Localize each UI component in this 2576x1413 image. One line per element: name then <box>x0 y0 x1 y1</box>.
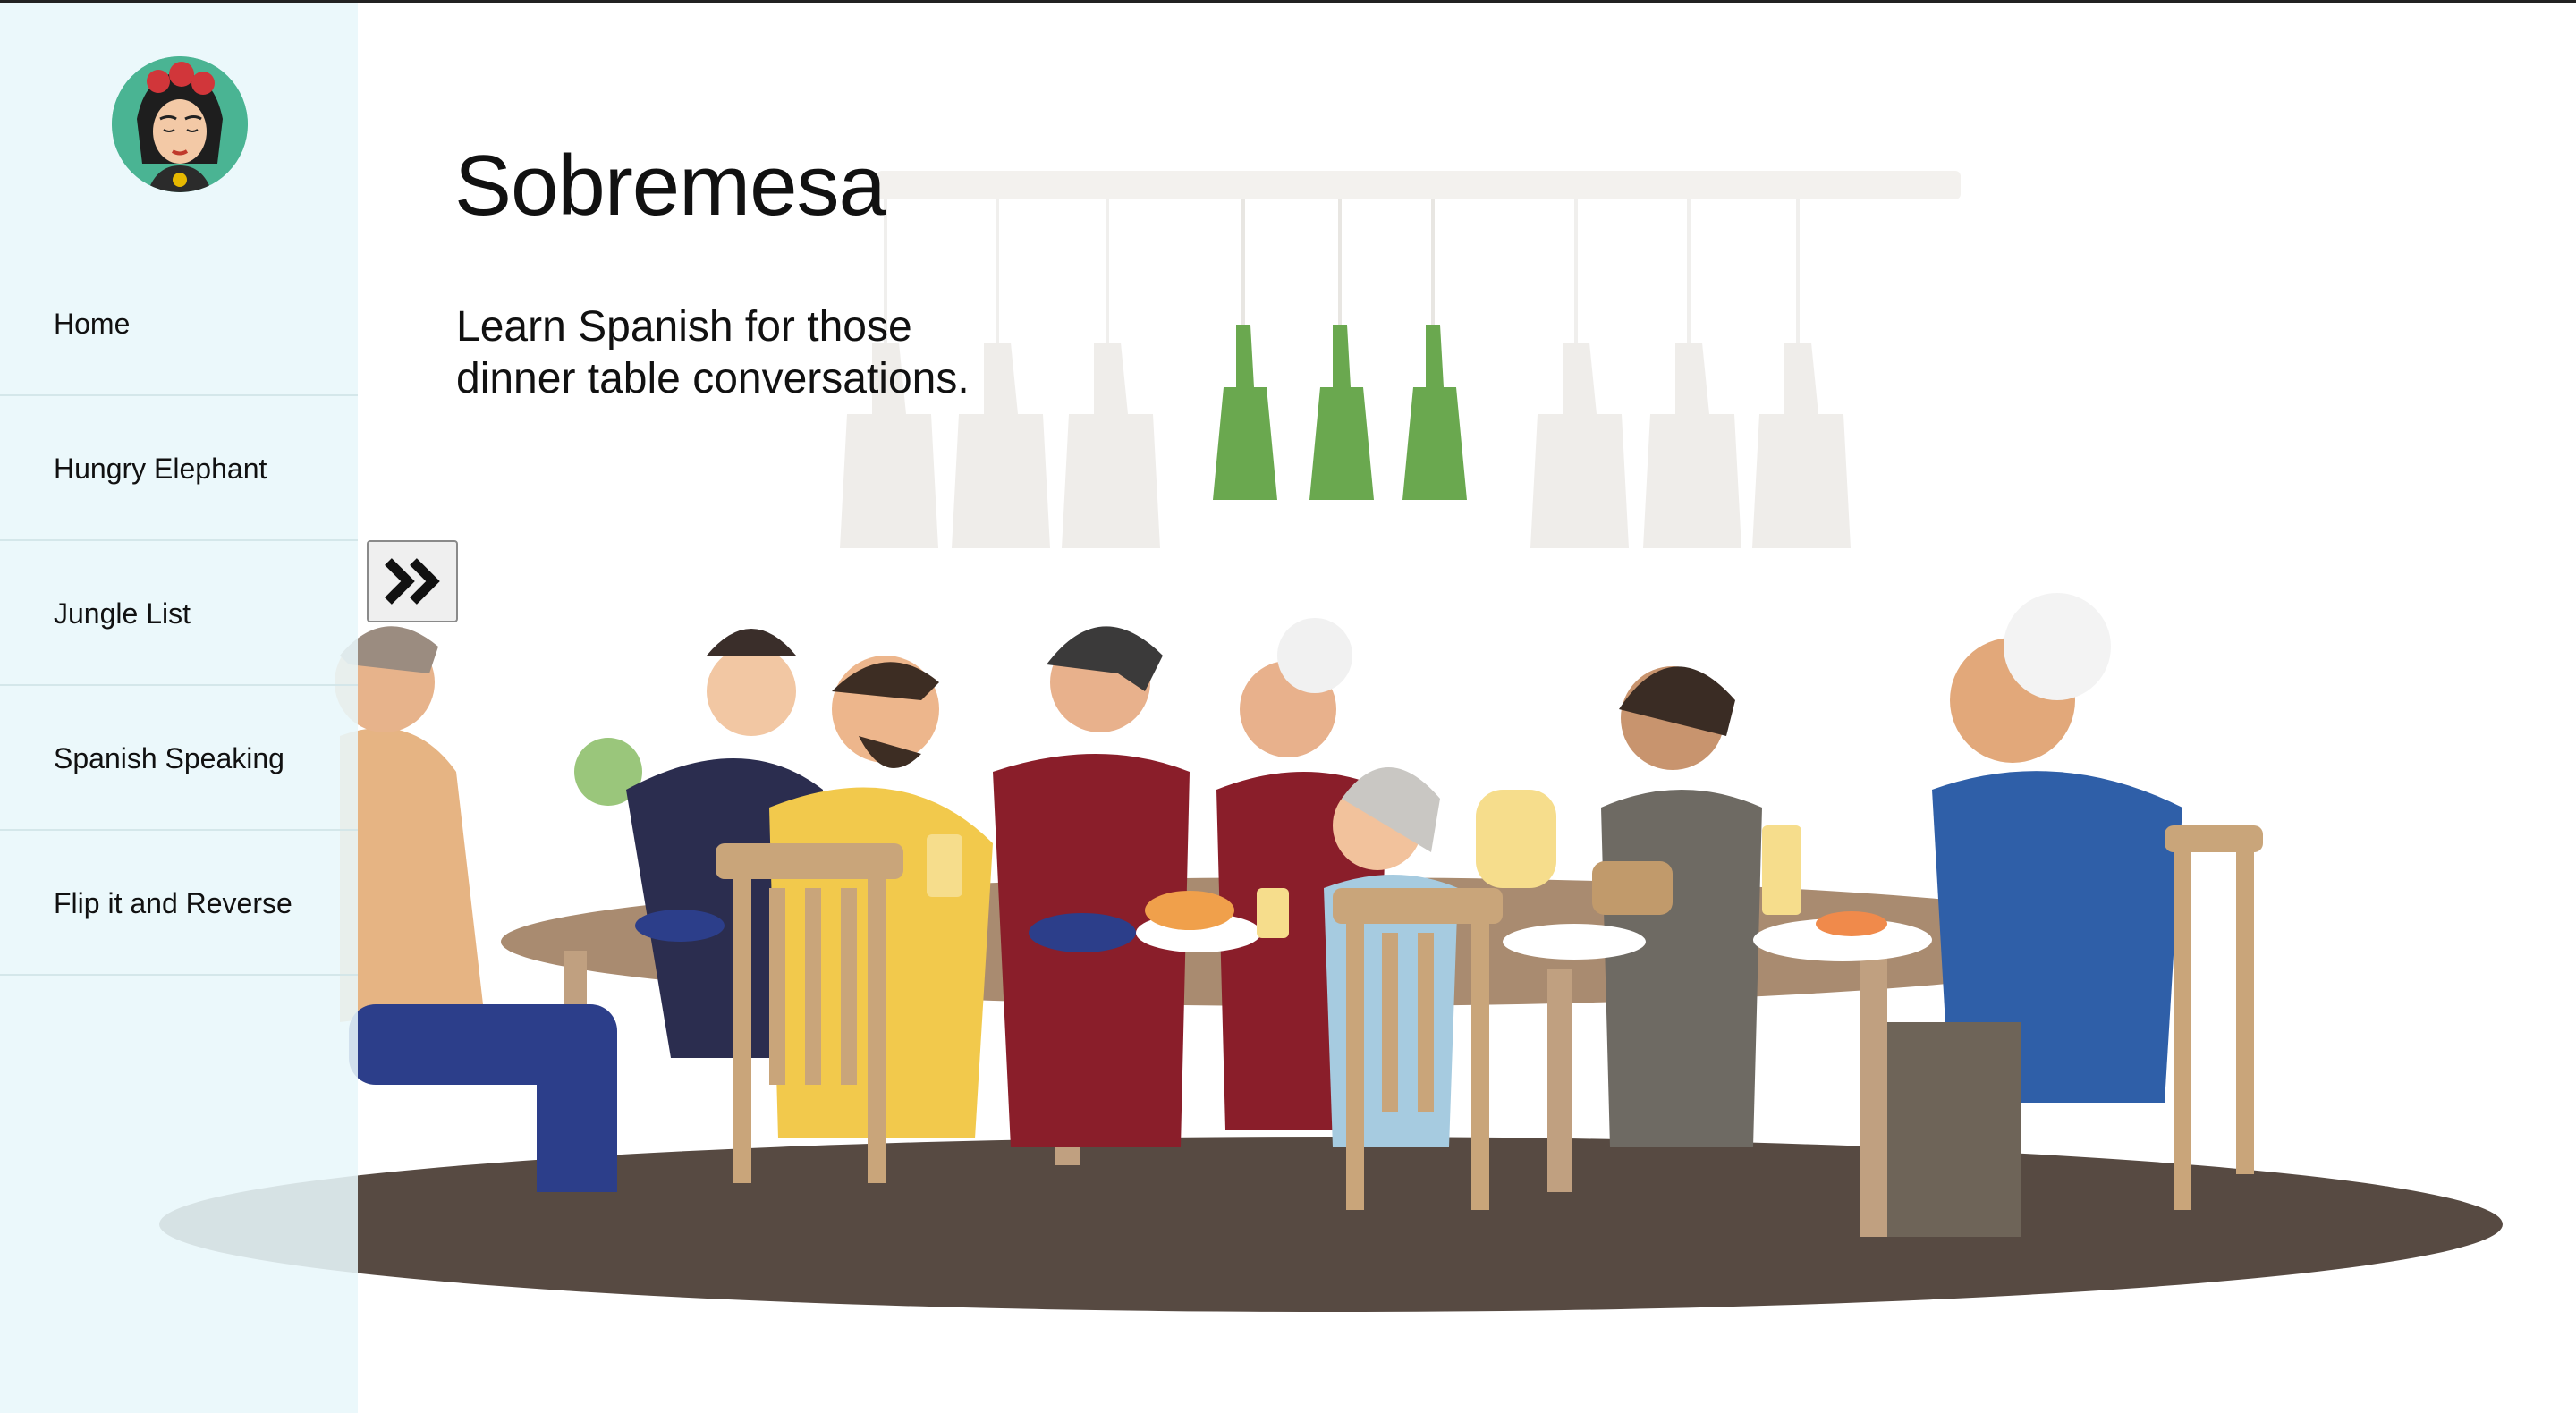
sidebar: Home Hungry Elephant Jungle List Spanish… <box>0 3 358 1413</box>
frida-avatar-icon <box>112 56 248 192</box>
sidebar-item-jungle-list[interactable]: Jungle List <box>0 541 358 686</box>
green-lamps <box>1213 199 1467 500</box>
sidebar-toggle-button[interactable] <box>367 540 458 622</box>
dinner-table-scene <box>159 171 2503 1312</box>
sidebar-item-spanish-speaking[interactable]: Spanish Speaking <box>0 686 358 831</box>
double-chevron-right-icon <box>385 558 440 605</box>
floor-shadow <box>159 1137 2503 1312</box>
sidebar-nav: Home Hungry Elephant Jungle List Spanish… <box>0 251 358 976</box>
avatar[interactable] <box>112 56 248 192</box>
sidebar-item-home[interactable]: Home <box>0 251 358 396</box>
sidebar-item-flip-it-and-reverse[interactable]: Flip it and Reverse <box>0 831 358 976</box>
hero-illustration <box>0 3 2576 1413</box>
sidebar-item-hungry-elephant[interactable]: Hungry Elephant <box>0 396 358 541</box>
page-tagline: Learn Spanish for those dinner table con… <box>456 303 970 402</box>
lamp-rail <box>877 171 1961 199</box>
page-title: Sobremesa <box>454 138 886 233</box>
page: Home Hungry Elephant Jungle List Spanish… <box>0 0 2576 1413</box>
